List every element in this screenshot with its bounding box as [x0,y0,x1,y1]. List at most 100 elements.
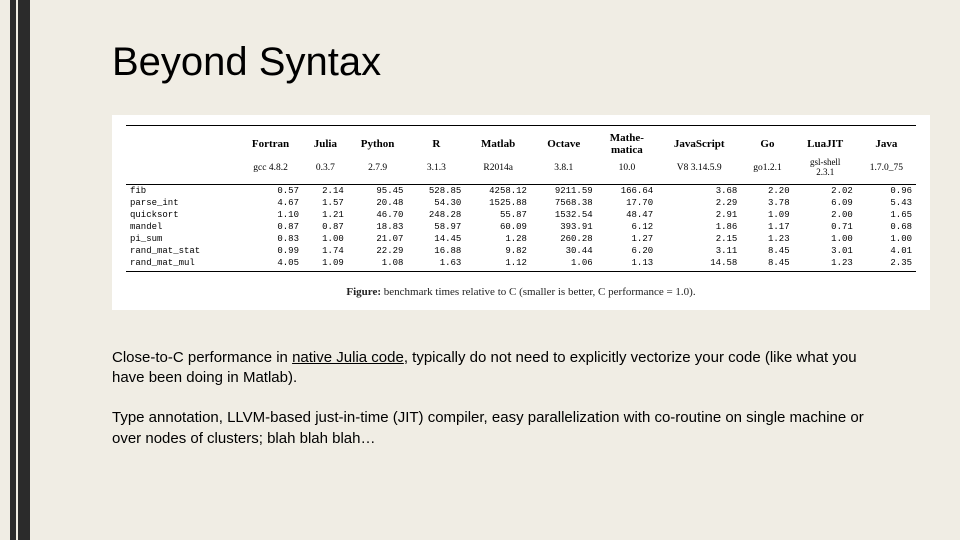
cell: 58.97 [407,221,465,233]
table-row: quicksort1.101.2146.70248.2855.871532.54… [126,209,916,221]
cell: 2.91 [657,209,741,221]
table-row: pi_sum0.831.0021.0714.451.28260.281.272.… [126,233,916,245]
cell: 18.83 [348,221,408,233]
cell: 4.01 [857,245,916,257]
cell: 9.82 [465,245,531,257]
col-version: 3.1.3 [407,157,465,184]
table-row: parse_int4.671.5720.4854.301525.887568.3… [126,197,916,209]
col-header: Fortran [238,126,303,158]
table-header-versions: gcc 4.8.2 0.3.7 2.7.9 3.1.3 R2014a 3.8.1… [126,157,916,184]
caption-label: Figure: [346,286,381,298]
col-version: go1.2.1 [741,157,793,184]
cell: 1532.54 [531,209,597,221]
slide-accent-bar [0,0,32,540]
underlined-text: native Julia code [292,349,404,366]
col-header: Octave [531,126,597,158]
cell: 1.13 [597,257,658,272]
col-version: 2.7.9 [348,157,408,184]
cell: 1.09 [303,257,348,272]
cell: 1.65 [857,209,916,221]
col-header: Mathe-matica [597,126,658,158]
col-version: gcc 4.8.2 [238,157,303,184]
cell: 9211.59 [531,184,597,197]
cell: 46.70 [348,209,408,221]
body-text: Close-to-C performance in native Julia c… [112,348,892,449]
row-label: mandel [126,221,238,233]
col-header: Python [348,126,408,158]
cell: 4.05 [238,257,303,272]
cell: 1.74 [303,245,348,257]
table-header-languages: Fortran Julia Python R Matlab Octave Mat… [126,126,916,158]
cell: 1.86 [657,221,741,233]
cell: 0.71 [794,221,857,233]
col-version: 0.3.7 [303,157,348,184]
row-label: rand_mat_mul [126,257,238,272]
cell: 393.91 [531,221,597,233]
cell: 1.10 [238,209,303,221]
col-header: Matlab [465,126,531,158]
cell: 1.00 [857,233,916,245]
table-row: rand_mat_mul4.051.091.081.631.121.061.13… [126,257,916,272]
row-label: parse_int [126,197,238,209]
col-header: R [407,126,465,158]
cell: 20.48 [348,197,408,209]
cell: 1.21 [303,209,348,221]
benchmark-table: Fortran Julia Python R Matlab Octave Mat… [126,125,916,272]
row-label: quicksort [126,209,238,221]
cell: 0.83 [238,233,303,245]
col-header: JavaScript [657,126,741,158]
row-label: pi_sum [126,233,238,245]
paragraph-2: Type annotation, LLVM-based just-in-time… [112,408,892,449]
cell: 8.45 [741,257,793,272]
cell: 0.57 [238,184,303,197]
benchmark-figure: Fortran Julia Python R Matlab Octave Mat… [112,115,930,310]
cell: 3.11 [657,245,741,257]
col-header: Julia [303,126,348,158]
cell: 14.45 [407,233,465,245]
cell: 1.08 [348,257,408,272]
table-row: rand_mat_stat0.991.7422.2916.889.8230.44… [126,245,916,257]
cell: 16.88 [407,245,465,257]
cell: 55.87 [465,209,531,221]
text: Close-to-C performance in [112,349,292,366]
cell: 2.02 [794,184,857,197]
cell: 1.17 [741,221,793,233]
cell: 17.70 [597,197,658,209]
cell: 8.45 [741,245,793,257]
col-version: V8 3.14.5.9 [657,157,741,184]
cell: 54.30 [407,197,465,209]
cell: 95.45 [348,184,408,197]
cell: 22.29 [348,245,408,257]
cell: 2.29 [657,197,741,209]
cell: 1.28 [465,233,531,245]
col-header: Go [741,126,793,158]
paragraph-1: Close-to-C performance in native Julia c… [112,348,892,389]
cell: 48.47 [597,209,658,221]
col-version: R2014a [465,157,531,184]
cell: 2.35 [857,257,916,272]
cell: 6.09 [794,197,857,209]
cell: 0.68 [857,221,916,233]
cell: 0.99 [238,245,303,257]
col-header: LuaJIT [794,126,857,158]
slide-content: Beyond Syntax Fortran Julia Python R Mat… [32,0,960,540]
cell: 4.67 [238,197,303,209]
cell: 21.07 [348,233,408,245]
cell: 6.20 [597,245,658,257]
col-version: 10.0 [597,157,658,184]
cell: 260.28 [531,233,597,245]
cell: 30.44 [531,245,597,257]
cell: 2.00 [794,209,857,221]
cell: 1.12 [465,257,531,272]
cell: 3.01 [794,245,857,257]
table-row: mandel0.870.8718.8358.9760.09393.916.121… [126,221,916,233]
cell: 7568.38 [531,197,597,209]
cell: 528.85 [407,184,465,197]
col-version: 1.7.0_75 [857,157,916,184]
cell: 2.20 [741,184,793,197]
col-header: Java [857,126,916,158]
cell: 1.27 [597,233,658,245]
row-label: fib [126,184,238,197]
cell: 4258.12 [465,184,531,197]
cell: 3.68 [657,184,741,197]
